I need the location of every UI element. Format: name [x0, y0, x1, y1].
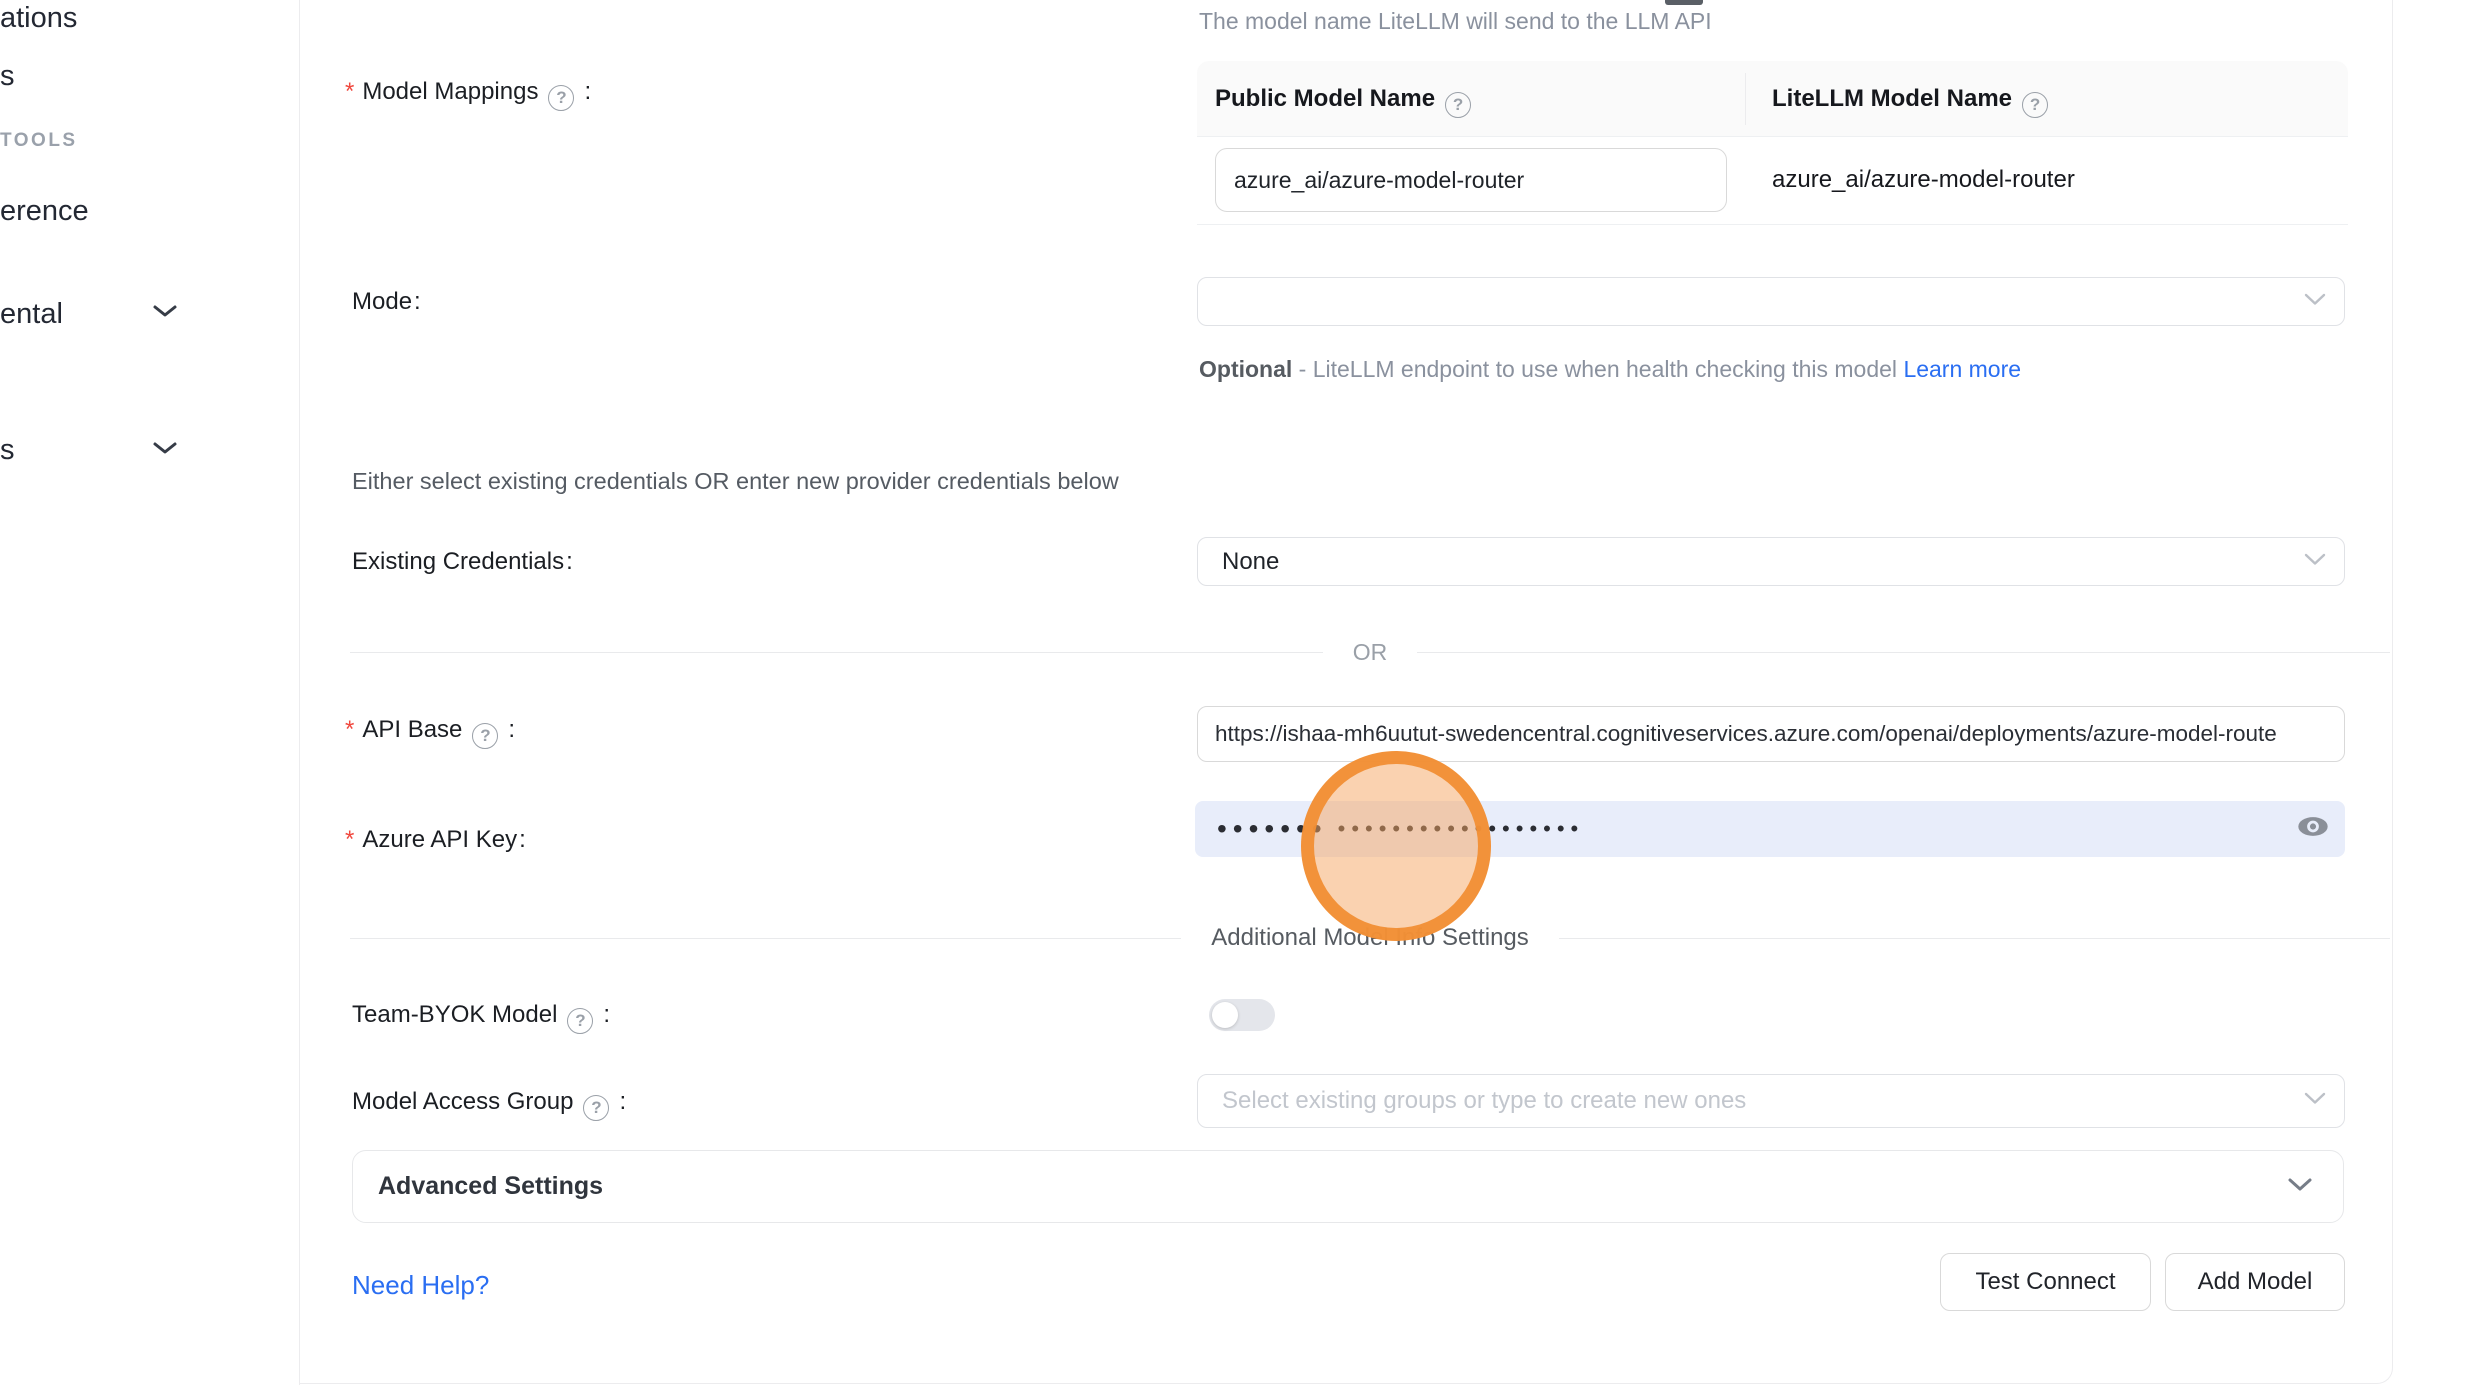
credentials-note: Either select existing credentials OR en…: [352, 468, 1119, 495]
model-access-group-label: Model Access Group?:: [352, 1088, 626, 1121]
existing-credentials-select[interactable]: None: [1197, 537, 2345, 586]
test-connect-button[interactable]: Test Connect: [1940, 1253, 2151, 1311]
chevron-down-icon[interactable]: [152, 440, 178, 461]
table-row: azure_ai/azure-model-router: [1197, 137, 2348, 225]
chevron-down-icon: [2304, 1092, 2326, 1110]
required-mark: *: [345, 716, 354, 743]
sidebar-item[interactable]: ations: [0, 2, 77, 35]
or-divider-text: OR: [1323, 639, 1418, 666]
sidebar-item[interactable]: ental: [0, 298, 63, 331]
model-access-group-placeholder: Select existing groups or type to create…: [1222, 1075, 1746, 1127]
model-mappings-label: *Model Mappings?:: [345, 78, 591, 111]
existing-credentials-value: None: [1222, 538, 1279, 585]
add-model-form-screen: ations s TOOLS erence ental s The model …: [0, 0, 2477, 1385]
azure-api-key-input[interactable]: ••••••• ••••••••••••••••••: [1195, 801, 2345, 857]
sidebar-item[interactable]: s: [0, 434, 15, 467]
sidebar-item[interactable]: s: [0, 60, 15, 93]
help-icon[interactable]: ?: [472, 723, 498, 749]
model-access-group-select[interactable]: Select existing groups or type to create…: [1197, 1074, 2345, 1128]
chevron-down-icon[interactable]: [152, 303, 178, 324]
help-icon[interactable]: ?: [2022, 92, 2048, 118]
required-mark: *: [345, 78, 354, 105]
column-header-public-model-name: Public Model Name?: [1215, 61, 1479, 137]
litellm-model-name-value: azure_ai/azure-model-router: [1772, 137, 2075, 225]
need-help-link[interactable]: Need Help?: [352, 1270, 489, 1301]
add-model-button[interactable]: Add Model: [2165, 1253, 2345, 1311]
advanced-settings-label: Advanced Settings: [378, 1151, 603, 1221]
reveal-password-eye-icon[interactable]: [2297, 816, 2329, 843]
additional-settings-divider-text: Additional Model Info Settings: [1181, 924, 1559, 952]
mode-label: Mode:: [352, 288, 421, 316]
api-base-label: *API Base?:: [345, 716, 515, 749]
masked-password-dots: ••••••• ••••••••••••••••••: [1217, 801, 1584, 857]
mode-select[interactable]: [1197, 277, 2345, 326]
table-header: Public Model Name? LiteLLM Model Name?: [1197, 61, 2348, 137]
sidebar-section-tools: TOOLS: [0, 130, 78, 152]
divider-line: [1417, 652, 2390, 653]
or-divider: OR: [350, 639, 2390, 666]
existing-credentials-label: Existing Credentials:: [352, 548, 573, 576]
chevron-down-icon: [2304, 293, 2326, 311]
team-byok-toggle[interactable]: [1209, 999, 1275, 1031]
help-icon[interactable]: ?: [567, 1008, 593, 1034]
chevron-down-icon: [2287, 1177, 2313, 1197]
help-icon[interactable]: ?: [1445, 92, 1471, 118]
azure-api-key-label: *Azure API Key:: [345, 826, 526, 854]
required-mark: *: [345, 826, 354, 853]
help-icon[interactable]: ?: [548, 85, 574, 111]
team-byok-label: Team-BYOK Model?:: [352, 1001, 610, 1034]
public-model-name-input[interactable]: [1215, 148, 1727, 212]
chevron-down-icon: [2304, 553, 2326, 571]
api-base-input[interactable]: [1197, 706, 2345, 762]
divider-line: [350, 652, 1323, 653]
toggle-knob: [1212, 1002, 1238, 1028]
column-divider: [1745, 73, 1746, 125]
sidebar-content-divider: [299, 0, 300, 1385]
sidebar-item[interactable]: erence: [0, 195, 89, 228]
advanced-settings-panel[interactable]: Advanced Settings: [352, 1150, 2344, 1223]
model-mappings-table: Public Model Name? LiteLLM Model Name? a…: [1197, 61, 2348, 225]
model-name-help-text: The model name LiteLLM will send to the …: [1199, 8, 1712, 35]
divider-line: [350, 938, 1181, 939]
column-header-litellm-model-name: LiteLLM Model Name?: [1772, 61, 2056, 137]
cropped-text-fragment: [1665, 0, 1703, 5]
additional-settings-divider: Additional Model Info Settings: [350, 924, 2390, 952]
learn-more-link[interactable]: Learn more: [1903, 356, 2021, 382]
mode-helper-text: Optional - LiteLLM endpoint to use when …: [1199, 349, 2034, 389]
help-icon[interactable]: ?: [583, 1095, 609, 1121]
sidebar: ations s TOOLS erence ental s: [0, 0, 300, 1385]
divider-line: [1559, 938, 2390, 939]
